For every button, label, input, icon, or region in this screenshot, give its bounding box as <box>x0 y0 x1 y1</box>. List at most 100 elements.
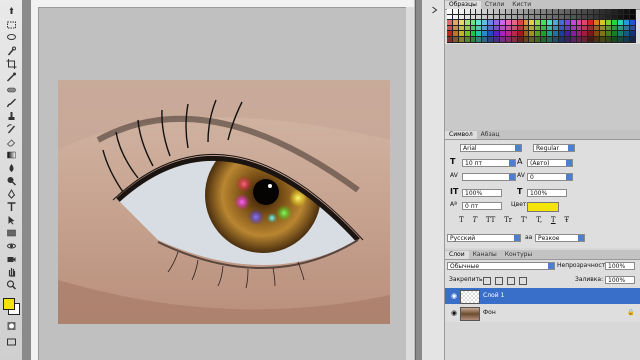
lock-pixels-icon[interactable] <box>495 277 503 285</box>
font-size-icon: T <box>450 157 456 166</box>
layer-thumbnail <box>460 307 480 321</box>
antialias-select[interactable]: Резкое <box>535 234 585 242</box>
fill-field[interactable]: 100% <box>605 276 635 284</box>
baseline-shift-icon: Aª <box>450 201 457 208</box>
blend-mode-select[interactable]: Обычные <box>447 262 555 270</box>
font-style-value: Regular <box>536 145 560 152</box>
text-color-swatch[interactable] <box>527 202 559 212</box>
horizontal-scale-field[interactable]: 100% <box>527 189 567 197</box>
gradient-tool-icon[interactable] <box>4 149 18 160</box>
color-swatch[interactable] <box>629 36 636 43</box>
blur-tool-icon[interactable] <box>4 162 18 173</box>
strikethrough-button[interactable]: Ŧ <box>564 216 569 225</box>
dodge-tool-icon[interactable] <box>4 175 18 186</box>
small-caps-button[interactable]: Tr <box>504 216 512 225</box>
crop-tool-icon[interactable] <box>4 58 18 69</box>
clone-stamp-icon[interactable] <box>4 110 18 121</box>
opacity-field[interactable]: 100% <box>605 262 635 270</box>
underline-button[interactable]: T <box>551 216 556 225</box>
vertical-scrollbar[interactable] <box>406 7 414 360</box>
font-size-value: 10 пт <box>465 160 482 167</box>
panel-toggle-icon[interactable] <box>427 4 441 15</box>
canvas-image[interactable] <box>58 80 390 324</box>
fill-value: 100% <box>608 277 626 284</box>
language-select[interactable]: Русский <box>447 234 521 242</box>
tab-layers[interactable]: Слои <box>445 251 469 259</box>
foreground-color-swatch[interactable] <box>3 298 15 310</box>
baseline-shift-value: 0 пт <box>465 203 479 210</box>
layer-thumbnail <box>460 290 480 304</box>
eraser-tool-icon[interactable] <box>4 136 18 147</box>
quick-mask-icon[interactable] <box>4 320 18 331</box>
collapsed-panel-strip <box>422 0 445 360</box>
eyedropper-tool-icon[interactable] <box>4 71 18 82</box>
vertical-scale-value: 100% <box>465 190 483 197</box>
swatch-grid <box>447 9 637 43</box>
chevron-down-icon <box>568 145 574 151</box>
lasso-tool-icon[interactable] <box>4 32 18 43</box>
lock-position-icon[interactable] <box>507 277 515 285</box>
history-brush-icon[interactable] <box>4 123 18 134</box>
eye-photo <box>58 80 390 324</box>
panel-gap <box>445 44 640 130</box>
path-select-icon[interactable] <box>4 214 18 225</box>
tab-brushes[interactable]: Кисти <box>508 1 535 9</box>
quick-select-tool-icon[interactable] <box>4 45 18 56</box>
3d-camera-icon[interactable] <box>4 253 18 264</box>
shape-tool-icon[interactable] <box>4 227 18 238</box>
screen-mode-icon[interactable] <box>4 336 18 347</box>
all-caps-button[interactable]: TT <box>486 216 495 225</box>
tab-paths[interactable]: Контуры <box>501 251 536 259</box>
layer-name: Фон <box>483 309 496 316</box>
3d-rotate-icon[interactable] <box>4 240 18 251</box>
layers-empty-area <box>445 322 640 360</box>
healing-brush-icon[interactable] <box>4 84 18 95</box>
blend-mode-value: Обычные <box>450 263 480 270</box>
lock-transparency-icon[interactable] <box>483 277 491 285</box>
eye-icon[interactable]: ◉ <box>451 309 457 317</box>
font-family-select[interactable]: Arial <box>460 144 522 152</box>
lock-icon: 🔒 <box>627 309 635 316</box>
vertical-ruler <box>31 7 39 360</box>
kerning-field[interactable] <box>462 173 516 181</box>
font-size-field[interactable]: 10 пт <box>462 159 516 167</box>
superscript-button[interactable]: T' <box>521 216 528 225</box>
tracking-icon: AV <box>517 172 525 179</box>
chevron-down-icon <box>514 235 520 241</box>
leading-icon: A <box>517 157 523 166</box>
opacity-value: 100% <box>608 263 626 270</box>
leading-value: (Авто) <box>530 160 550 167</box>
tab-swatches[interactable]: Образцы <box>445 1 481 9</box>
chevron-down-icon <box>515 145 521 151</box>
vertical-scale-icon: IT <box>450 187 459 196</box>
tab-character[interactable]: Символ <box>445 131 477 139</box>
leading-field[interactable]: (Авто) <box>527 159 573 167</box>
font-style-select[interactable]: Regular <box>533 144 575 152</box>
move-tool-icon[interactable] <box>4 6 18 17</box>
type-tool-icon[interactable] <box>4 201 18 212</box>
pen-tool-icon[interactable] <box>4 188 18 199</box>
tracking-field[interactable]: 0 <box>527 173 573 181</box>
chevron-down-icon <box>509 174 515 180</box>
tools-panel <box>0 0 23 360</box>
zoom-tool-icon[interactable] <box>4 279 18 290</box>
antialias-value: Резкое <box>538 235 560 242</box>
baseline-shift-field[interactable]: 0 пт <box>462 202 502 210</box>
eye-icon[interactable]: ◉ <box>451 292 457 300</box>
chevron-down-icon <box>566 160 572 166</box>
tab-styles[interactable]: Стили <box>481 1 508 9</box>
subscript-button[interactable]: T, <box>536 216 542 225</box>
vertical-scale-field[interactable]: 100% <box>462 189 502 197</box>
faux-italic-button[interactable]: T <box>472 216 477 225</box>
faux-bold-button[interactable]: T <box>459 216 464 225</box>
opacity-label: Непрозрачность: <box>557 262 611 269</box>
character-panel: Символ Абзац Arial Regular T 10 пт A (Ав… <box>445 130 640 248</box>
hand-tool-icon[interactable] <box>4 266 18 277</box>
tab-paragraph[interactable]: Абзац <box>477 131 504 139</box>
character-tabs: Символ Абзац <box>445 130 640 140</box>
lock-all-icon[interactable] <box>519 277 527 285</box>
tab-channels[interactable]: Каналы <box>469 251 501 259</box>
brush-tool-icon[interactable] <box>4 97 18 108</box>
horizontal-ruler <box>31 0 414 8</box>
marquee-tool-icon[interactable] <box>4 19 18 30</box>
